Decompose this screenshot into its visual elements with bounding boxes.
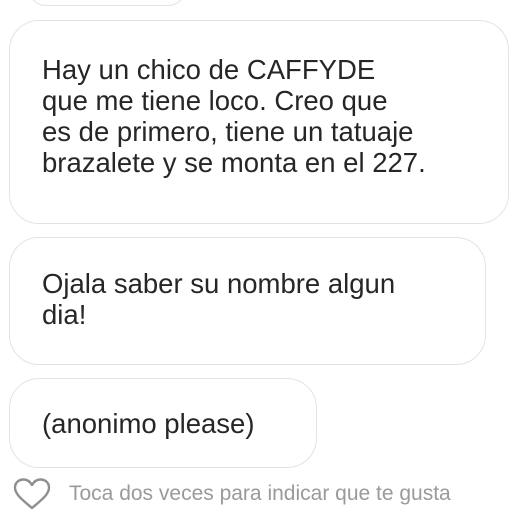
heart-icon[interactable] [12, 477, 52, 511]
previous-message-bubble [28, 0, 186, 6]
message-bubble[interactable]: Hay un chico de CAFFYDE que me tiene loc… [9, 20, 509, 224]
message-bubble[interactable]: (anonimo please) [9, 378, 317, 468]
like-hint-text: Toca dos veces para indicar que te gusta [69, 482, 451, 505]
message-bubble[interactable]: Ojala saber su nombre algun dia! [9, 237, 486, 365]
like-hint-row: Toca dos veces para indicar que te gusta [12, 476, 451, 512]
